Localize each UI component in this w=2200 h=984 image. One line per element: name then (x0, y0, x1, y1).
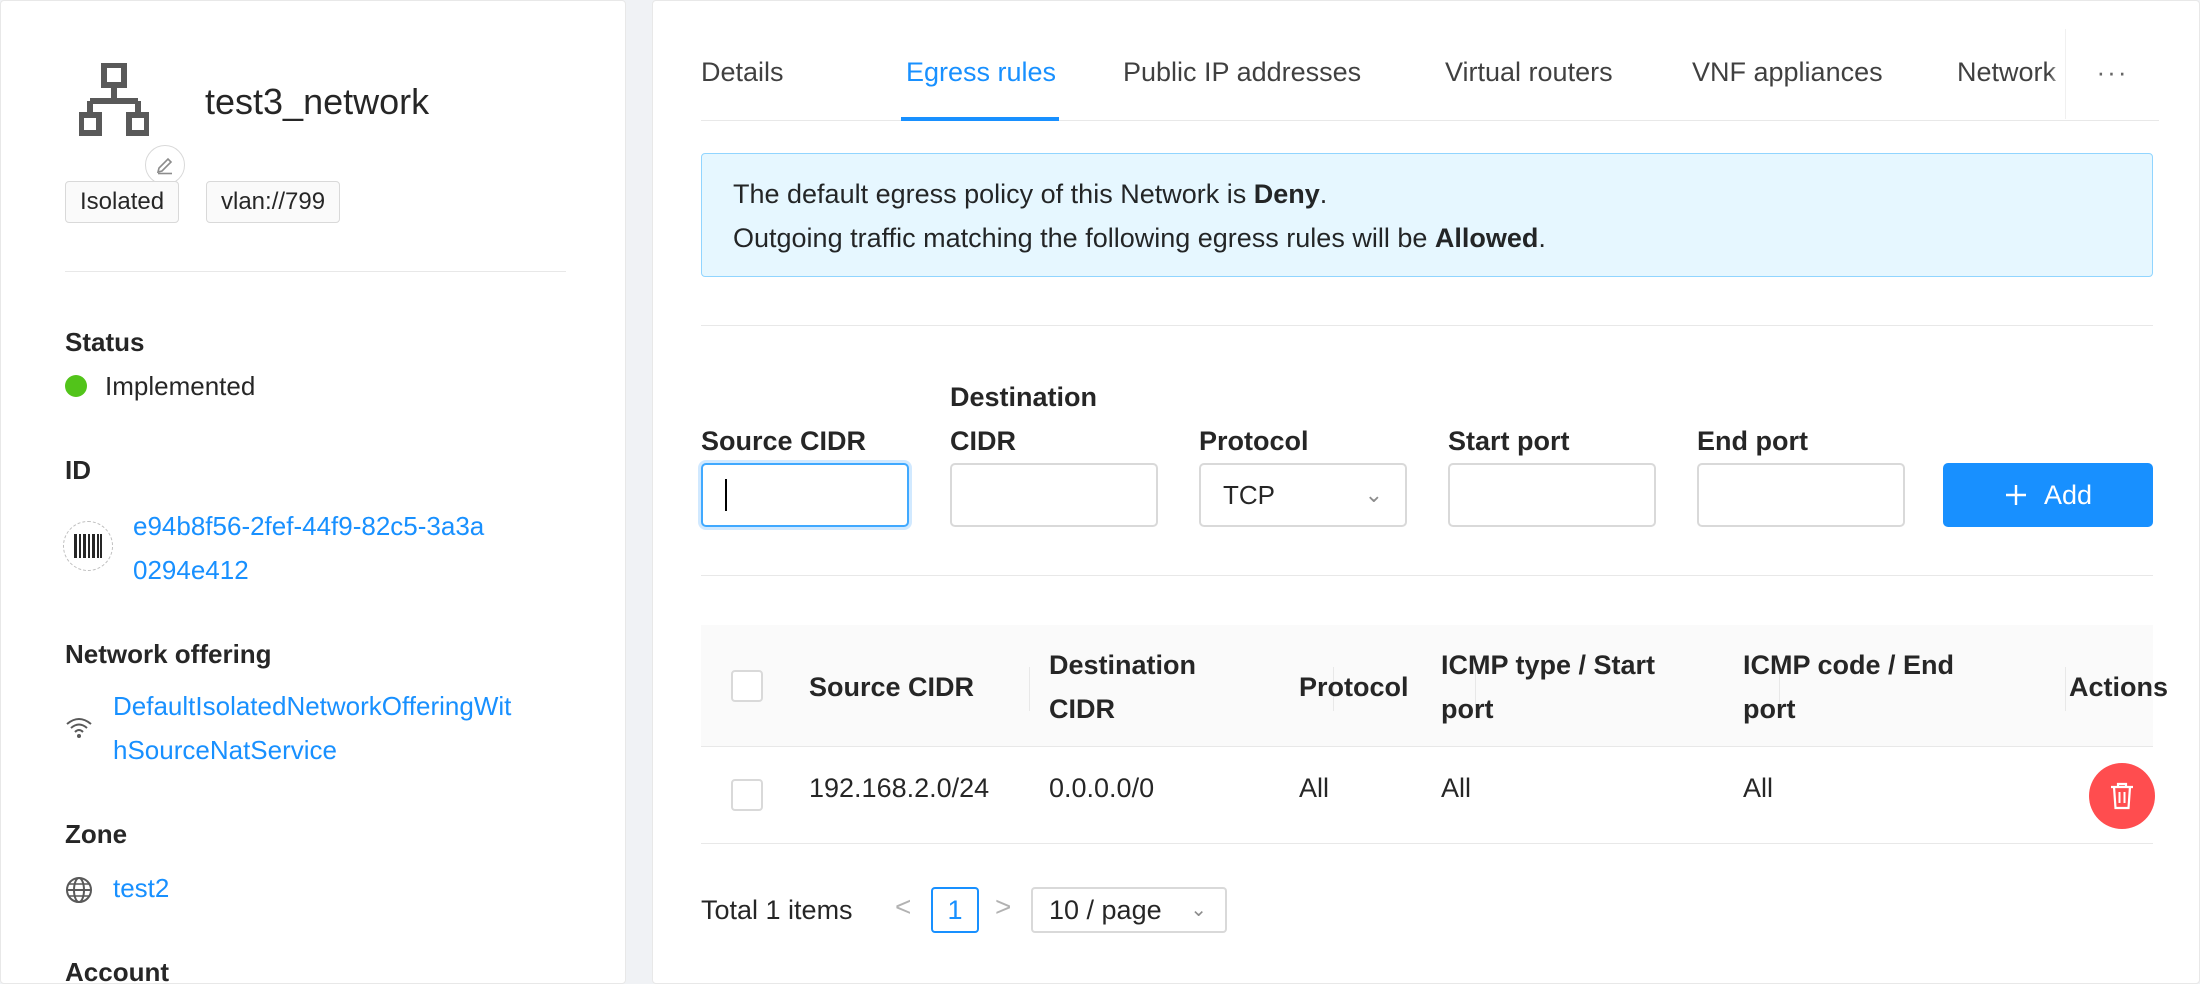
tab-details[interactable]: Details (701, 57, 784, 88)
alert-line-2: Outgoing traffic matching the following … (733, 223, 1546, 253)
id-label: ID (65, 455, 91, 485)
zone-label: Zone (65, 819, 128, 849)
more-tabs-icon[interactable]: ··· (2065, 29, 2159, 119)
table-row: 192.168.2.0/24 0.0.0.0/0 All All All (701, 747, 2155, 844)
tab-fade (2049, 29, 2065, 119)
id-value-line1[interactable]: e94b8f56-2fef-44f9-82c5-3a3a (133, 511, 484, 542)
pencil-icon (156, 157, 173, 175)
network-type-tag: Isolated (65, 181, 180, 223)
table-header: Source CIDR Destination CIDR Protocol IC… (701, 625, 2168, 747)
trash-icon (2111, 782, 2133, 810)
status-value: Implemented (105, 371, 256, 401)
wifi-icon (66, 718, 92, 738)
add-rule-button[interactable]: Add (1943, 463, 2153, 527)
divider (701, 325, 2153, 326)
account-label: Account (65, 957, 169, 984)
page-size-select[interactable]: 10 / page ⌄ (1031, 887, 1227, 933)
resource-name: test3_network (205, 81, 430, 122)
col-source-cidr: Source CIDR (809, 672, 975, 702)
tab-vnf-appliances[interactable]: VNF appliances (1692, 57, 1883, 88)
vlan-tag: vlan://799 (206, 181, 341, 223)
cell-source-cidr: 192.168.2.0/24 (809, 773, 990, 803)
cell-protocol: All (1299, 773, 1330, 803)
egress-policy-alert: The default egress policy of this Networ… (701, 153, 2153, 277)
col-destination-cidr: Destination CIDR (1049, 650, 1197, 724)
globe-icon (66, 877, 92, 903)
tab-active-indicator (901, 117, 1059, 121)
resource-info-card: test3_network Isolated vlan://799 Status… (0, 0, 626, 984)
col-icmp-code-end-port: ICMP code / End port (1743, 650, 1955, 724)
pagination-total: Total 1 items (701, 895, 853, 925)
protocol-select[interactable]: TCP ⌄ (1199, 463, 1407, 527)
pagination-next-icon[interactable]: > (995, 891, 1011, 923)
add-button-label: Add (2043, 479, 2093, 510)
network-icon (79, 63, 149, 136)
network-offering-label: Network offering (65, 639, 272, 669)
start-port-input[interactable] (1448, 463, 1656, 527)
delete-rule-button[interactable] (2089, 763, 2155, 829)
barcode-icon (63, 521, 113, 571)
status-label: Status (65, 327, 145, 357)
chevron-down-icon: ⌄ (1190, 899, 1207, 921)
tab-public-ip-addresses[interactable]: Public IP addresses (1123, 57, 1361, 88)
tab-virtual-routers[interactable]: Virtual routers (1445, 57, 1613, 88)
alert-line-1: The default egress policy of this Networ… (733, 179, 1328, 209)
select-all-checkbox[interactable] (731, 670, 763, 702)
plus-icon (2005, 485, 2026, 505)
start-port-label: Start port (1448, 426, 1570, 456)
col-protocol: Protocol (1299, 672, 1409, 702)
network-offering-line2[interactable]: hSourceNatService (113, 735, 337, 766)
cell-icmp-code-end-port: All (1743, 773, 1774, 803)
edit-icon-button[interactable] (145, 145, 185, 185)
tab-content-card: Details Egress rules Public IP addresses… (652, 0, 2200, 984)
chevron-down-icon: ⌄ (1364, 482, 1383, 507)
source-cidr-label: Source CIDR (701, 426, 867, 456)
protocol-label: Protocol (1199, 426, 1309, 456)
end-port-input[interactable] (1697, 463, 1905, 527)
zone-value[interactable]: test2 (113, 873, 169, 904)
divider (701, 575, 2153, 576)
column-separator (2065, 667, 2066, 711)
protocol-select-value: TCP (1223, 480, 1275, 510)
page-size-value: 10 / page (1049, 895, 1162, 925)
pagination-page-1[interactable]: 1 (931, 887, 979, 933)
network-offering-line1[interactable]: DefaultIsolatedNetworkOfferingWit (113, 691, 511, 722)
col-actions: Actions (2069, 672, 2169, 702)
cell-icmp-type-start-port: All (1441, 773, 1472, 803)
id-value-line2[interactable]: 0294e412 (133, 555, 249, 586)
source-cidr-input[interactable] (701, 463, 909, 527)
pagination-prev-icon[interactable]: < (895, 891, 911, 923)
tab-egress-rules[interactable]: Egress rules (906, 57, 1056, 88)
text-cursor (725, 479, 727, 511)
destination-cidr-label: Destination CIDR (950, 382, 1098, 456)
status-indicator-icon (65, 375, 87, 397)
tab-bar: Details Egress rules Public IP addresses… (701, 29, 2159, 121)
column-separator (1029, 667, 1030, 711)
end-port-label: End port (1697, 426, 1808, 456)
destination-cidr-input[interactable] (950, 463, 1158, 527)
col-icmp-type-start-port: ICMP type / Start port (1441, 650, 1656, 724)
divider (65, 271, 566, 272)
row-checkbox[interactable] (731, 779, 763, 811)
cell-destination-cidr: 0.0.0.0/0 (1049, 773, 1155, 803)
